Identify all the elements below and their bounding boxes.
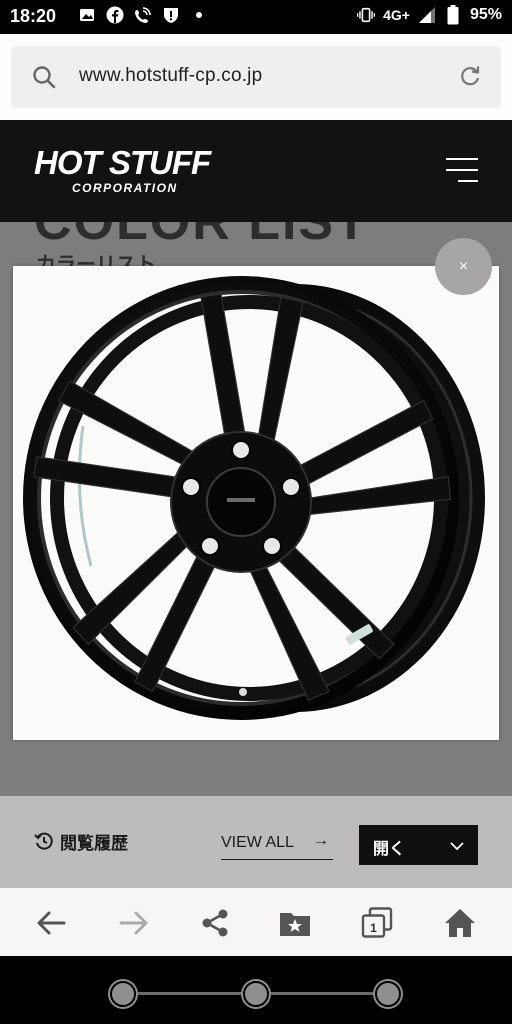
status-time: 18:20 xyxy=(10,6,57,26)
facebook-icon xyxy=(106,6,124,24)
black-alloy-wheel-image xyxy=(23,276,485,720)
search-icon xyxy=(31,64,57,95)
signal-icon xyxy=(418,6,436,24)
network-type: 4G+ xyxy=(383,7,410,23)
logo-main-text: HOT STUFF xyxy=(34,144,211,181)
system-navigation-bar xyxy=(0,956,512,1024)
view-all-link[interactable]: VIEW ALL → xyxy=(221,832,333,860)
chevron-down-icon xyxy=(450,838,464,856)
bookmark-icon[interactable] xyxy=(278,906,312,940)
nav-back-button[interactable] xyxy=(110,981,136,1007)
browser-toolbar: 1 xyxy=(0,888,512,956)
battery-level: 95% xyxy=(469,6,502,23)
open-history-button[interactable]: 開く xyxy=(359,825,478,865)
tabs-icon[interactable]: 1 xyxy=(360,906,394,940)
image-icon xyxy=(78,6,96,24)
wifi-calling-icon xyxy=(134,6,152,24)
close-icon: × xyxy=(458,257,469,275)
open-label: 開く xyxy=(373,841,406,858)
history-icon xyxy=(34,831,54,856)
menu-icon[interactable] xyxy=(446,156,478,184)
share-icon[interactable] xyxy=(198,906,232,940)
notification-icons xyxy=(78,6,208,24)
nav-recents-button[interactable] xyxy=(375,981,401,1007)
logo-sub-text: CORPORATION xyxy=(72,181,178,195)
image-modal xyxy=(13,266,499,740)
view-all-text: VIEW ALL xyxy=(221,834,294,851)
system-icons: 4G+ 95% xyxy=(357,5,502,25)
forward-icon[interactable] xyxy=(117,906,151,940)
site-header: HOT STUFF CORPORATION xyxy=(0,120,512,222)
address-bar[interactable]: www.hotstuff-cp.co.jp xyxy=(11,46,501,108)
dot-icon xyxy=(190,6,208,24)
nav-home-button[interactable] xyxy=(243,981,269,1007)
svg-text:1: 1 xyxy=(370,921,377,935)
arrow-right-icon: → xyxy=(313,832,329,849)
alert-icon xyxy=(162,6,180,24)
history-bar: 閲覧履歴 VIEW ALL → 開く xyxy=(0,796,512,888)
site-logo[interactable]: HOT STUFF CORPORATION xyxy=(34,144,211,195)
close-button[interactable]: × xyxy=(435,238,492,295)
vibrate-icon xyxy=(357,6,376,24)
back-icon[interactable] xyxy=(34,906,68,940)
browser-url-area: www.hotstuff-cp.co.jp xyxy=(0,34,512,120)
battery-icon xyxy=(444,5,462,25)
history-label: 閲覧履歴 xyxy=(60,834,128,853)
reload-icon[interactable] xyxy=(457,63,483,94)
url-text[interactable]: www.hotstuff-cp.co.jp xyxy=(79,65,262,87)
status-bar: 18:20 4G+ 95% xyxy=(0,0,512,34)
home-icon[interactable] xyxy=(443,906,477,940)
